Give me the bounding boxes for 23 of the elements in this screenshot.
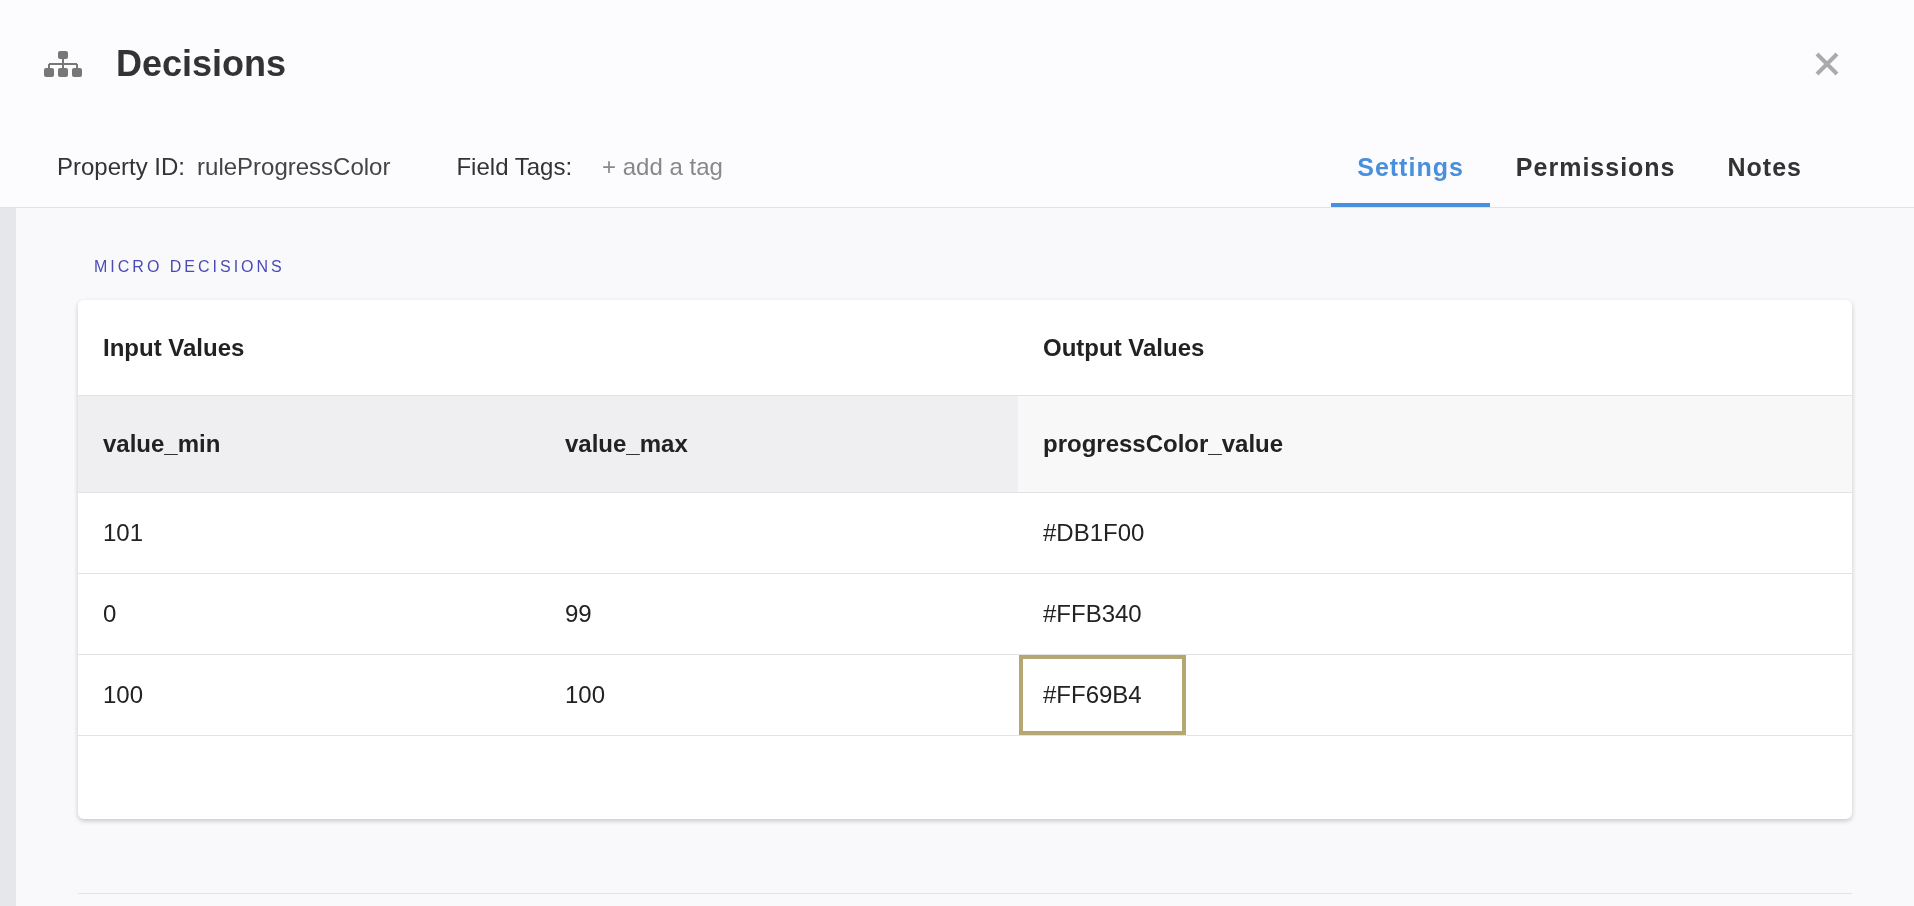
table-cell-text: 100 bbox=[102, 680, 145, 710]
column-header: value_min bbox=[78, 396, 540, 492]
table-cell-text: 101 bbox=[102, 518, 145, 548]
column-group-heading: Output Values bbox=[1043, 333, 1205, 362]
tab[interactable]: Notes bbox=[1701, 127, 1828, 207]
column-header: progressColor_value bbox=[1018, 396, 1852, 492]
add-tag-link[interactable]: + add a tag bbox=[602, 153, 723, 182]
close-icon[interactable] bbox=[1814, 50, 1840, 77]
property-id-value: ruleProgressColor bbox=[197, 153, 391, 182]
field-tags-label: Field Tags: bbox=[456, 153, 573, 182]
table-cell-text: 0 bbox=[102, 599, 118, 629]
section-title: MICRO DECISIONS bbox=[94, 258, 286, 276]
table-cell-text: 99 bbox=[564, 599, 593, 629]
table-cell: #FF69B4 bbox=[1019, 655, 1186, 735]
column-header: value_max bbox=[540, 396, 1018, 492]
dialog-title: Decisions bbox=[116, 42, 287, 85]
column-group-heading: Input Values bbox=[103, 333, 245, 362]
table-cell-text: 100 bbox=[564, 680, 607, 710]
table-cell-text: #FFB340 bbox=[1042, 599, 1143, 629]
tab[interactable]: Permissions bbox=[1489, 127, 1702, 207]
hierarchy-icon bbox=[44, 50, 82, 77]
property-id-label: Property ID: bbox=[57, 153, 186, 182]
table-cell-text: #DB1F00 bbox=[1042, 518, 1146, 548]
